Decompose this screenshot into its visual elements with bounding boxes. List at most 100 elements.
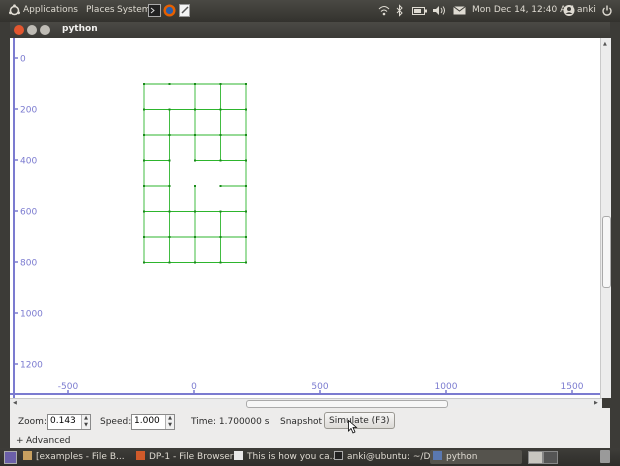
window-icon	[433, 451, 442, 460]
grid-node	[194, 134, 196, 136]
folder-icon	[136, 451, 145, 460]
text-editor-launcher-icon[interactable]	[178, 4, 191, 17]
close-window-button[interactable]	[14, 25, 24, 35]
grid-node	[219, 159, 222, 162]
advanced-expander[interactable]: Advanced	[26, 436, 70, 446]
scroll-right-arrow[interactable]: ▶	[594, 400, 598, 406]
x-tick-label: 1500	[561, 382, 584, 392]
grid-node	[168, 236, 171, 238]
grid-node	[245, 261, 247, 264]
grid-node	[219, 261, 222, 264]
taskbar-label: This is how you ca...	[247, 452, 339, 462]
taskbar-label: DP-1 - File Browser	[149, 452, 234, 462]
trash-icon[interactable]	[600, 450, 610, 463]
zoom-input[interactable]	[48, 415, 82, 427]
y-tick-label: 1000	[20, 310, 43, 320]
taskbar-item-terminal[interactable]: anki@ubuntu: ~/D...	[331, 450, 439, 464]
menu-applications[interactable]: Applications	[23, 5, 78, 15]
grid-node	[245, 210, 247, 213]
grid-node	[143, 134, 145, 136]
grid-node	[219, 83, 222, 85]
user-icon[interactable]	[563, 4, 575, 17]
taskbar-item-examples[interactable]: [examples - File B...	[20, 450, 130, 464]
document-icon	[234, 451, 243, 460]
grid-node	[143, 236, 145, 238]
grid-node	[245, 236, 247, 238]
snapshot-link[interactable]: Snapshot	[280, 417, 322, 427]
taskbar-item-document[interactable]: This is how you ca...	[231, 450, 338, 464]
x-tick-label: -500	[58, 382, 79, 392]
grid-node	[143, 185, 145, 187]
scroll-up-arrow[interactable]: ▲	[603, 41, 607, 47]
workspace-switcher-2[interactable]	[543, 451, 558, 464]
horizontal-scroll-thumb[interactable]	[246, 400, 448, 408]
grid-node	[245, 108, 247, 111]
grid-node	[168, 108, 171, 111]
simulate-button[interactable]: Simulate (F3)	[324, 412, 395, 429]
grid-node	[168, 261, 171, 264]
y-tick-label: 800	[20, 259, 37, 269]
grid-node	[168, 210, 171, 213]
window-titlebar[interactable]: python	[10, 22, 610, 38]
taskbar-item-python[interactable]: python	[430, 450, 522, 464]
x-tick-label: 1000	[435, 382, 458, 392]
taskbar-label: [examples - File B...	[36, 452, 125, 462]
grid-node	[194, 261, 196, 264]
speed-label: Speed:	[100, 417, 132, 427]
grid-node	[143, 261, 145, 264]
grid-node	[168, 159, 171, 162]
scroll-left-arrow[interactable]: ◀	[13, 400, 17, 406]
vertical-scroll-thumb[interactable]	[602, 216, 611, 288]
y-tick-label: 200	[20, 106, 37, 116]
advanced-toggle-icon[interactable]: +	[16, 436, 24, 446]
grid-node	[219, 210, 222, 213]
time-display: Time: 1.700000 s	[191, 417, 270, 427]
simulation-canvas[interactable]: 0 200 400 600 800 1000 1200 -500 0 500 1000 1500	[10, 38, 610, 398]
taskbar-label: anki@ubuntu: ~/D...	[347, 452, 439, 462]
grid-node	[245, 159, 247, 162]
wifi-icon[interactable]	[378, 4, 390, 17]
minimize-window-button[interactable]	[27, 25, 37, 35]
grid-node	[219, 134, 222, 136]
controls-panel: Zoom: ▲▼ Speed: ▲▼ Time: 1.700000 s Snap…	[10, 408, 610, 448]
grid-node	[194, 108, 196, 111]
battery-icon[interactable]	[412, 4, 428, 17]
grid-node	[194, 185, 196, 187]
show-desktop-icon[interactable]	[4, 451, 17, 464]
zoom-spinner-arrows[interactable]: ▲ ▼	[81, 415, 90, 429]
firefox-launcher-icon[interactable]	[163, 4, 176, 17]
x-tick-labels: -500 0 500 1000 1500	[58, 382, 584, 394]
window-title: python	[62, 24, 98, 34]
grid-node	[143, 83, 145, 85]
bluetooth-icon[interactable]	[396, 4, 404, 17]
grid-node	[219, 108, 222, 111]
grid-node	[245, 83, 247, 85]
clock[interactable]: Mon Dec 14, 12:40 AM	[472, 5, 574, 15]
speed-spinner[interactable]: ▲▼	[131, 414, 175, 430]
user-name[interactable]: anki	[577, 5, 596, 15]
power-icon[interactable]	[601, 4, 613, 17]
terminal-launcher-icon[interactable]	[148, 4, 161, 17]
x-tick-label: 500	[311, 382, 328, 392]
grid-node	[194, 236, 196, 238]
zoom-label: Zoom:	[18, 417, 47, 427]
menu-places[interactable]: Places	[86, 5, 115, 15]
workspace-switcher-1[interactable]	[528, 451, 543, 464]
volume-icon[interactable]	[432, 4, 446, 17]
y-tick-label: 0	[20, 55, 26, 65]
y-tick-labels: 0 200 400 600 800 1000 1200	[14, 55, 43, 371]
y-tick-label: 400	[20, 157, 37, 167]
ubuntu-logo-icon[interactable]	[8, 4, 21, 17]
speed-spinner-arrows[interactable]: ▲ ▼	[165, 415, 174, 429]
simulation-plot[interactable]: 0 200 400 600 800 1000 1200 -500 0 500 1000 1500	[10, 38, 610, 398]
speed-input[interactable]	[132, 415, 166, 427]
grid-structure	[143, 83, 247, 264]
taskbar-item-dp1[interactable]: DP-1 - File Browser	[133, 450, 234, 464]
grid-node	[219, 236, 222, 238]
zoom-spinner[interactable]: ▲▼	[47, 414, 91, 430]
menu-system[interactable]: System	[117, 5, 151, 15]
vertical-scrollbar[interactable]: ▲	[600, 38, 611, 398]
y-tick-label: 1200	[20, 361, 43, 371]
maximize-window-button[interactable]	[40, 25, 50, 35]
mail-icon[interactable]	[453, 4, 466, 17]
